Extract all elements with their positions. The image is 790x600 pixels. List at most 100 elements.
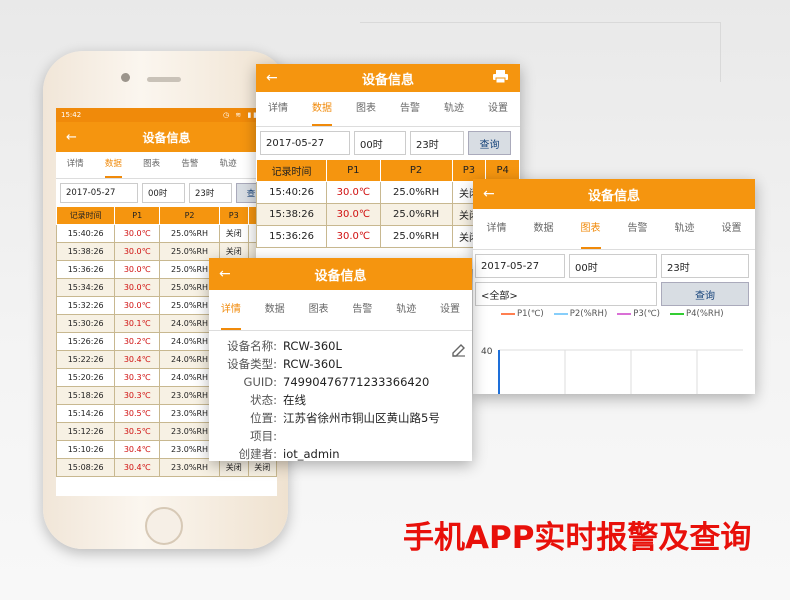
table-cell: 30.5℃ — [114, 404, 161, 423]
table-cell: 15:34:26 — [56, 278, 116, 297]
detail-key: 位置: — [250, 411, 277, 425]
tab-4[interactable]: 告警 — [400, 92, 420, 126]
filter-row: 2017-05-27 00时 23时 查 — [56, 179, 277, 206]
back-arrow-icon[interactable]: ← — [66, 130, 77, 145]
tab-bar: 详情数据图表告警轨迹设 — [56, 152, 277, 179]
tab-1[interactable]: 详情 — [487, 209, 507, 249]
slogan: 手机APP实时报警及查询 — [403, 520, 752, 556]
tab-5[interactable]: 轨迹 — [444, 92, 464, 126]
legend-item[interactable]: P2(%RH) — [553, 309, 608, 319]
back-arrow-icon[interactable]: ← — [483, 186, 495, 202]
date-input[interactable]: 2017-05-27 — [60, 183, 138, 203]
legend-item[interactable]: P1(℃) — [501, 309, 544, 319]
table-cell: 15:12:26 — [56, 422, 116, 441]
edit-icon[interactable] — [452, 342, 466, 361]
tab-4[interactable]: 告警 — [628, 209, 648, 249]
detail-key: GUID: — [243, 375, 277, 389]
title-bar: ← 设备信息 — [56, 122, 277, 152]
tab-5[interactable]: 轨迹 — [675, 209, 695, 249]
end-hour-select[interactable]: 23时 — [661, 254, 749, 278]
table-cell: 30.2℃ — [114, 332, 161, 351]
table-cell: 30.0℃ — [114, 260, 161, 279]
date-input[interactable]: 2017-05-27 — [475, 254, 565, 278]
title-bar: ← 设备信息 — [209, 258, 472, 290]
table-cell: 15:22:26 — [56, 350, 116, 369]
home-button[interactable] — [145, 507, 183, 545]
tab-4[interactable]: 告警 — [181, 152, 198, 178]
start-hour-select[interactable]: 00时 — [142, 183, 185, 203]
detail-key: 创建者: — [238, 447, 277, 461]
legend-item[interactable]: P4(%RH) — [669, 309, 724, 319]
tab-2[interactable]: 数据 — [265, 290, 285, 330]
end-hour-select[interactable]: 23时 — [189, 183, 232, 203]
legend-label: P3(℃) — [633, 309, 660, 319]
tab-5[interactable]: 轨迹 — [396, 290, 416, 330]
column-header: P1 — [326, 159, 381, 182]
table-cell: 15:40:26 — [256, 181, 328, 204]
table-cell: 15:08:26 — [56, 458, 116, 477]
back-arrow-icon[interactable]: ← — [266, 70, 278, 86]
table-cell: 15:20:26 — [56, 368, 116, 387]
legend-label: P2(%RH) — [569, 309, 608, 319]
table-cell: 30.1℃ — [114, 314, 161, 333]
table-cell: 25.0%RH — [379, 181, 453, 204]
detail-list: 设备名称: RCW-360L 设备类型: RCW-360L GUID: 749904767… — [209, 331, 472, 461]
chart-plot: 40 — [481, 347, 743, 394]
tab-1[interactable]: 详情 — [268, 92, 288, 126]
table-cell: 15:38:26 — [56, 242, 116, 261]
detail-value: RCW-360L — [283, 357, 342, 371]
tab-1[interactable]: 详情 — [67, 152, 84, 178]
legend-item[interactable]: P3(℃) — [617, 309, 660, 319]
tab-5[interactable]: 轨迹 — [220, 152, 237, 178]
detail-card: ← 设备信息 详情 数据 图表 告警 轨迹 设置 设备名称: RCW-360L 设备类型: RC… — [209, 258, 472, 461]
table-cell: 30.0℃ — [114, 224, 161, 243]
tab-bar: 详情 数据 图表 告警 轨迹 设置 — [209, 290, 472, 331]
start-hour-select[interactable]: 00时 — [354, 131, 406, 155]
table-row[interactable]: 15:40:2630.0℃25.0%RH关闭关 — [56, 224, 277, 243]
table-row[interactable]: 15:08:26 30.4℃ 23.0%RH 关闭 关闭 — [56, 458, 277, 477]
start-hour-select[interactable]: 00时 — [569, 254, 657, 278]
tab-3[interactable]: 图表 — [356, 92, 376, 126]
tab-3[interactable]: 图表 — [143, 152, 160, 178]
date-input[interactable]: 2017-05-27 — [260, 131, 350, 155]
tab-3[interactable]: 图表 — [580, 209, 601, 249]
tab-bar: 详情 数据 图表 告警 轨迹 设置 — [473, 209, 755, 250]
tab-4[interactable]: 告警 — [352, 290, 372, 330]
column-header: P2 — [379, 159, 453, 182]
query-button[interactable]: 查询 — [661, 282, 749, 306]
table-cell: 30.5℃ — [114, 422, 161, 441]
tab-2[interactable]: 数据 — [534, 209, 554, 249]
table-cell: 30.4℃ — [114, 440, 161, 459]
page-title: 设备信息 — [142, 130, 191, 145]
filter-row-2: <全部> 查询 — [473, 282, 755, 306]
table-cell: 30.4℃ — [114, 350, 161, 369]
tab-6[interactable]: 设置 — [440, 290, 460, 330]
filter-row: 2017-05-27 00时 23时 — [473, 250, 755, 282]
page-title: 设备信息 — [361, 72, 414, 88]
table-cell: 关闭 — [219, 458, 249, 477]
title-bar: ← 设备信息 — [256, 64, 520, 92]
tab-6[interactable]: 设置 — [488, 92, 508, 126]
legend-marker-icon — [501, 313, 515, 315]
tab-1[interactable]: 详情 — [220, 290, 241, 330]
legend-marker-icon — [553, 313, 568, 315]
detail-row: 项目: — [219, 427, 462, 445]
tab-3[interactable]: 图表 — [309, 290, 329, 330]
tab-6[interactable]: 设置 — [722, 209, 742, 249]
column-header: 记录时间 — [256, 159, 328, 182]
table-cell: 25.0%RH — [379, 225, 453, 248]
back-arrow-icon[interactable]: ← — [219, 266, 231, 282]
tab-2[interactable]: 数据 — [104, 152, 122, 178]
column-header: P3 — [219, 206, 249, 225]
tab-2[interactable]: 数据 — [312, 92, 332, 126]
printer-icon[interactable] — [493, 69, 508, 87]
table-cell: 30.0℃ — [326, 203, 381, 226]
detail-row: 创建者: iot_admin — [219, 445, 462, 461]
point-select[interactable]: <全部> — [475, 282, 657, 306]
column-header: P1 — [114, 206, 161, 225]
column-header: P2 — [159, 206, 221, 225]
end-hour-select[interactable]: 23时 — [410, 131, 464, 155]
query-button[interactable]: 查询 — [468, 131, 511, 155]
table-cell: 关闭 — [219, 224, 249, 243]
table-cell: 15:32:26 — [56, 296, 116, 315]
